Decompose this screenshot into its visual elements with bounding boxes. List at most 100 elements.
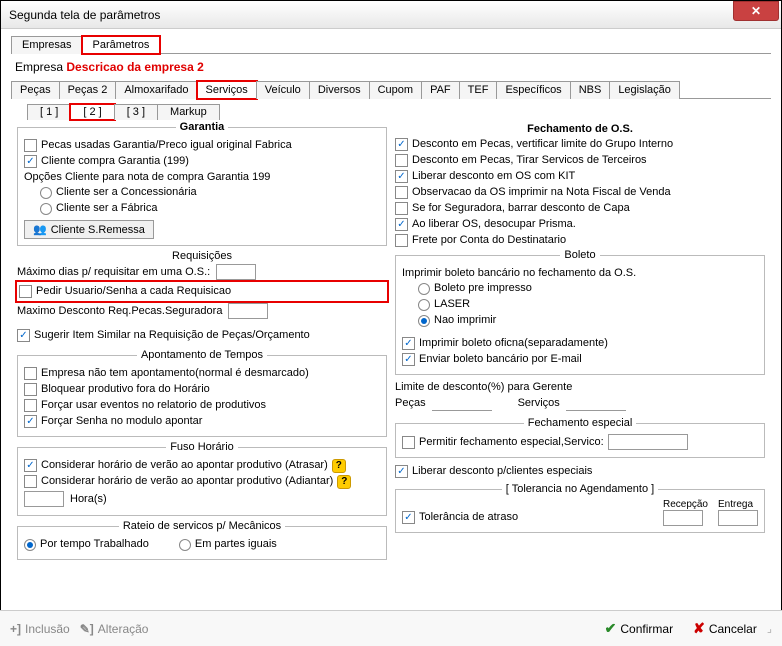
tab-paf[interactable]: PAF [421,81,460,99]
chk-boleto-email[interactable] [402,353,415,366]
tab-markup[interactable]: Markup [157,104,220,120]
chk-nao-apont[interactable] [24,367,37,380]
legend-rateio: Rateio de servicos p/ Mecânicos [119,520,285,532]
input-limite-pecas[interactable] [432,395,492,411]
chk-desc-terc[interactable] [395,154,408,167]
chk-pedir-usuario[interactable] [19,285,32,298]
input-max-desc[interactable] [228,303,268,319]
input-servico-esp[interactable] [608,434,688,450]
input-limite-servicos[interactable] [566,395,626,411]
left-column: Garantia Pecas usadas Garantia/Preco igu… [17,121,387,564]
footer: +]Inclusão ✎]Alteração ✔Confirmar ✘Cance… [0,610,782,646]
radio-boleto-pre[interactable] [418,283,430,295]
group-boleto: Boleto Imprimir boleto bancário no fecha… [395,249,765,375]
chk-liberar-especiais[interactable] [395,465,408,478]
tab-veiculo[interactable]: Veículo [256,81,310,99]
chk-sugerir-similar[interactable] [17,329,30,342]
window-title: Segunda tela de parâmetros [9,8,733,22]
x-icon: ✘ [693,620,705,637]
group-rateio: Rateio de servicos p/ Mecânicos Por temp… [17,520,387,560]
help-icon[interactable]: ? [332,459,346,473]
tab-legislacao[interactable]: Legislação [609,81,680,99]
legend-fech-esp: Fechamento especial [524,417,637,429]
group-apontamento: Apontamento de Tempos Empresa não tem ap… [17,349,387,437]
radio-partes[interactable] [179,539,191,551]
empresa-desc: Descricao da empresa 2 [66,60,203,74]
tab-2[interactable]: [ 2 ] [70,104,114,120]
chk-seguradora[interactable] [395,202,408,215]
radio-tempo[interactable] [24,539,36,551]
chk-pecas-usadas[interactable] [24,139,37,152]
label-opcoes-cliente: Opções Cliente para nota de compra Garan… [24,171,380,183]
tab-especificos[interactable]: Específicos [496,81,570,99]
legend-requisicoes: Requisições [17,250,387,262]
btn-confirmar[interactable]: ✔Confirmar [605,620,673,637]
group-garantia: Garantia Pecas usadas Garantia/Preco igu… [17,121,387,246]
chk-fuso-atrasar[interactable] [24,459,37,472]
chk-tolerancia-atraso[interactable] [402,511,415,524]
right-column: Fechamento de O.S. Desconto em Pecas, ve… [395,121,765,564]
chk-fuso-adiantar[interactable] [24,475,37,488]
chk-desc-pecas[interactable] [395,138,408,151]
tab-servicos[interactable]: Serviços [197,81,257,99]
input-recepcao[interactable] [663,510,703,526]
top-tabs: Empresas Parâmetros [11,35,771,54]
chk-frete[interactable] [395,234,408,247]
label-horas: Hora(s) [70,493,107,505]
empresa-label: Empresa [15,60,63,74]
edit-icon: ✎] [80,622,94,636]
btn-inclusao[interactable]: +]Inclusão [10,622,70,636]
tab-diversos[interactable]: Diversos [309,81,370,99]
chk-cliente-compra[interactable] [24,155,37,168]
tab-pecas2[interactable]: Peças 2 [59,81,117,99]
chk-bloquear[interactable] [24,383,37,396]
label-limite-pecas: Peças [395,397,426,409]
input-horas[interactable] [24,491,64,507]
label-max-dias: Máximo dias p/ requisitar em uma O.S.: [17,266,210,278]
tab-tef[interactable]: TEF [459,81,498,99]
input-entrega[interactable] [718,510,758,526]
help-icon[interactable]: ? [337,475,351,489]
group-tolerancia: [ Tolerancia no Agendamento ] Tolerância… [395,483,765,533]
chk-permitir-esp[interactable] [402,436,415,449]
btn-alteracao[interactable]: ✎]Alteração [80,622,149,636]
radio-boleto-laser[interactable] [418,299,430,311]
plus-icon: +] [10,622,21,636]
person-icon: 👥 [33,223,47,236]
tab-3[interactable]: [ 3 ] [114,104,158,120]
label-entrega: Entrega [718,499,758,510]
titlebar: Segunda tela de parâmetros ✕ [1,1,781,29]
btn-cliente-remessa[interactable]: 👥Cliente S.Remessa [24,220,154,239]
btn-cancelar[interactable]: ✘Cancelar [693,620,757,637]
chk-obs[interactable] [395,186,408,199]
legend-garantia: Garantia [176,121,229,133]
tab-1[interactable]: [ 1 ] [27,104,71,120]
tab-parametros[interactable]: Parâmetros [82,36,161,54]
close-button[interactable]: ✕ [733,1,779,21]
tab-cupom[interactable]: Cupom [369,81,422,99]
check-icon: ✔ [605,620,617,637]
group-fech-especial: Fechamento especial Permitir fechamento … [395,417,765,458]
tab-pecas[interactable]: Peças [11,81,60,99]
chk-forcar-eventos[interactable] [24,399,37,412]
radio-fabrica[interactable] [40,203,52,215]
input-max-dias[interactable] [216,264,256,280]
group-fuso: Fuso Horário Considerar horário de verão… [17,441,387,516]
radio-concessionaria[interactable] [40,187,52,199]
label-limite-servicos: Serviços [518,397,560,409]
resize-grip-icon: ⌟ [767,622,772,635]
chk-liberar-kit[interactable] [395,170,408,183]
label-imprimir-boleto: Imprimir boleto bancário no fechamento d… [402,267,758,279]
chk-forcar-senha[interactable] [24,415,37,428]
tab-empresas[interactable]: Empresas [11,36,83,54]
legend-fuso: Fuso Horário [166,441,238,453]
module-tabs: Peças Peças 2 Almoxarifado Serviços Veíc… [11,80,771,99]
tab-almoxarifado[interactable]: Almoxarifado [115,81,197,99]
number-tabs: [ 1 ] [ 2 ] [ 3 ] Markup [27,103,771,119]
radio-boleto-nao[interactable] [418,315,430,327]
label-max-desc: Maximo Desconto Req.Pecas.Seguradora [17,305,222,317]
tab-nbs[interactable]: NBS [570,81,611,99]
legend-apontamento: Apontamento de Tempos [137,349,267,361]
chk-desocupar[interactable] [395,218,408,231]
chk-boleto-oficina[interactable] [402,337,415,350]
